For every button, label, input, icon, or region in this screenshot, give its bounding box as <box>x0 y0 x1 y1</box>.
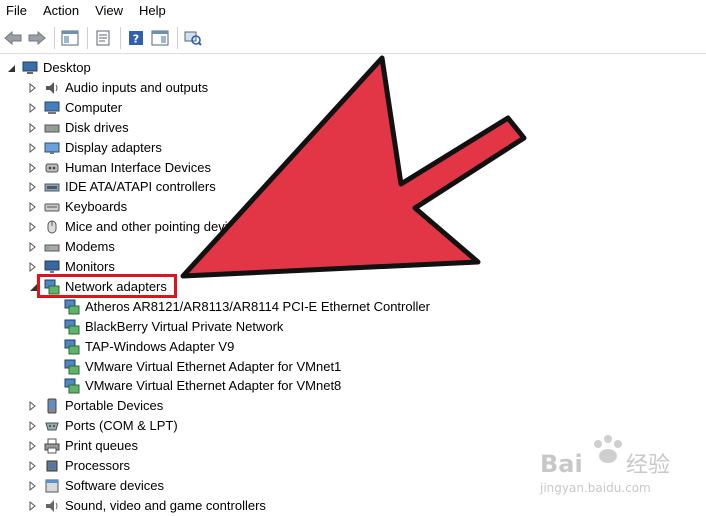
watermark-url: jingyan.baidu.com <box>539 481 651 495</box>
paw-icon <box>594 435 622 463</box>
watermark-brand-cn: 经验 <box>626 453 670 478</box>
watermark-brand: Bai <box>540 450 583 478</box>
baidu-watermark: Bai 经验 jingyan.baidu.com <box>539 435 670 495</box>
